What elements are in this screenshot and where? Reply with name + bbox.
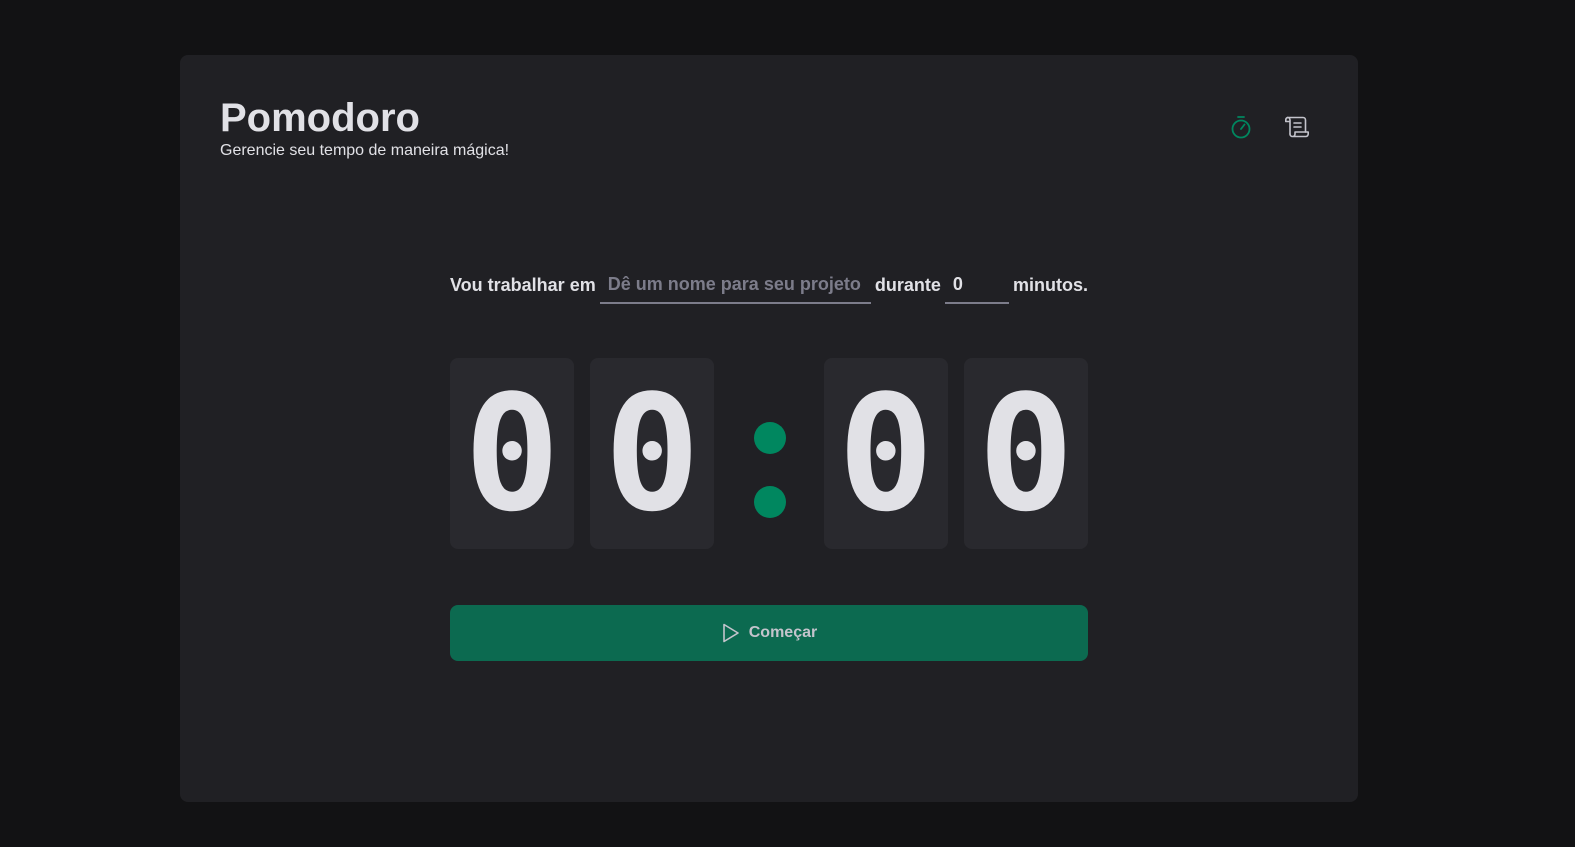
minutes-ones-digit: 0 xyxy=(590,358,715,549)
countdown-display: 0 0 0 0 xyxy=(450,358,1088,549)
duration-label: durante xyxy=(874,274,941,295)
seconds-tens-digit: 0 xyxy=(823,358,948,549)
minutes-tens-digit: 0 xyxy=(450,358,575,549)
task-form: Vou trabalhar em durante minutos. xyxy=(450,265,1088,305)
nav-link-history[interactable] xyxy=(1284,113,1310,141)
separator-dot-bottom xyxy=(754,486,787,518)
start-button[interactable]: Começar xyxy=(450,605,1088,661)
separator-dot-top xyxy=(754,422,787,454)
minutes-input[interactable] xyxy=(944,266,1009,304)
start-button-label: Começar xyxy=(748,624,818,641)
play-icon xyxy=(722,623,739,643)
scroll-icon xyxy=(1285,116,1309,138)
app-title: Pomodoro xyxy=(220,96,420,140)
time-separator xyxy=(730,358,808,549)
task-name-input[interactable] xyxy=(599,266,871,304)
brand: Pomodoro Gerencie seu tempo de maneira m… xyxy=(220,95,509,161)
timer-icon xyxy=(1231,116,1251,139)
task-label: Vou trabalhar em xyxy=(450,274,596,295)
seconds-ones-digit: 0 xyxy=(963,358,1088,549)
app-container: Pomodoro Gerencie seu tempo de maneira m… xyxy=(180,55,1358,802)
nav-link-timer[interactable] xyxy=(1228,113,1254,141)
app-subtitle: Gerencie seu tempo de maneira mágica! xyxy=(220,142,510,159)
top-nav xyxy=(1228,113,1310,141)
minutes-suffix: minutos. xyxy=(1012,274,1088,295)
